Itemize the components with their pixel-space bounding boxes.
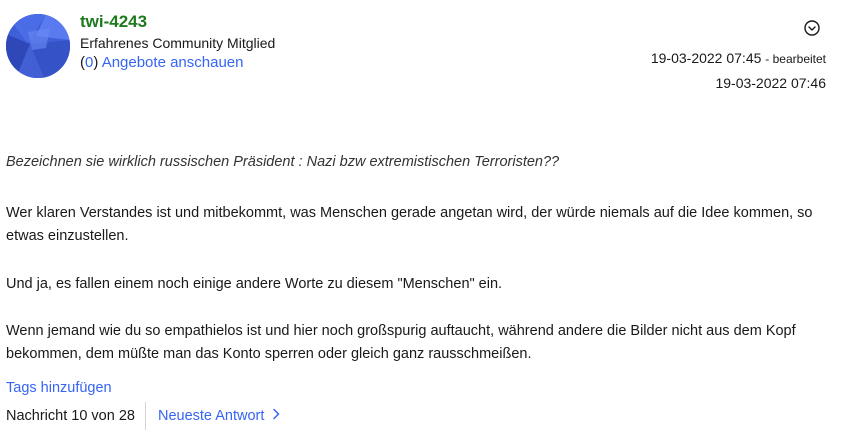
avatar[interactable] [6,14,70,78]
post-paragraph: Und ja, es fallen einem noch einige ande… [6,276,503,292]
offers-close-paren: ) [93,54,99,71]
edited-timestamp: 19-03-2022 07:45 - bearbeitet [651,50,826,66]
edited-date: 19-03-2022 07:45 [650,50,762,66]
author-username-link[interactable]: twi-4243 [80,12,147,32]
message-counter: Nachricht 10 von 28 [6,408,135,424]
offers-link[interactable]: Angebote anschauen [102,54,244,71]
author-rank: Erfahrenes Community Mitglied [80,35,276,51]
forum-post: twi-4243 Erfahrenes Community Mitglied (… [0,0,844,440]
post-paragraph: Wenn jemand wie du so empathielos ist un… [6,323,796,362]
chevron-down-circle-icon [804,20,820,36]
latest-reply-link[interactable]: Neueste Antwort [158,408,280,424]
latest-reply-label: Neueste Antwort [157,408,265,424]
quoted-question: Bezeichnen sie wirklich russischen Präsi… [6,154,560,170]
post-footer: Nachricht 10 von 28 Neueste Antwort [6,402,280,430]
add-tags-link[interactable]: Tags hinzufügen [6,380,112,396]
post-options-button[interactable] [804,20,820,36]
avatar-image [6,14,70,78]
chevron-right-icon [272,408,280,424]
post-paragraph: Wer klaren Verstandes ist und mitbekommt… [6,205,813,244]
author-offers: (0) Angebote anschauen [80,54,243,71]
posted-timestamp: 19-03-2022 07:46 [715,75,826,91]
edited-label: - bearbeitet [765,52,826,66]
footer-divider [144,402,146,430]
